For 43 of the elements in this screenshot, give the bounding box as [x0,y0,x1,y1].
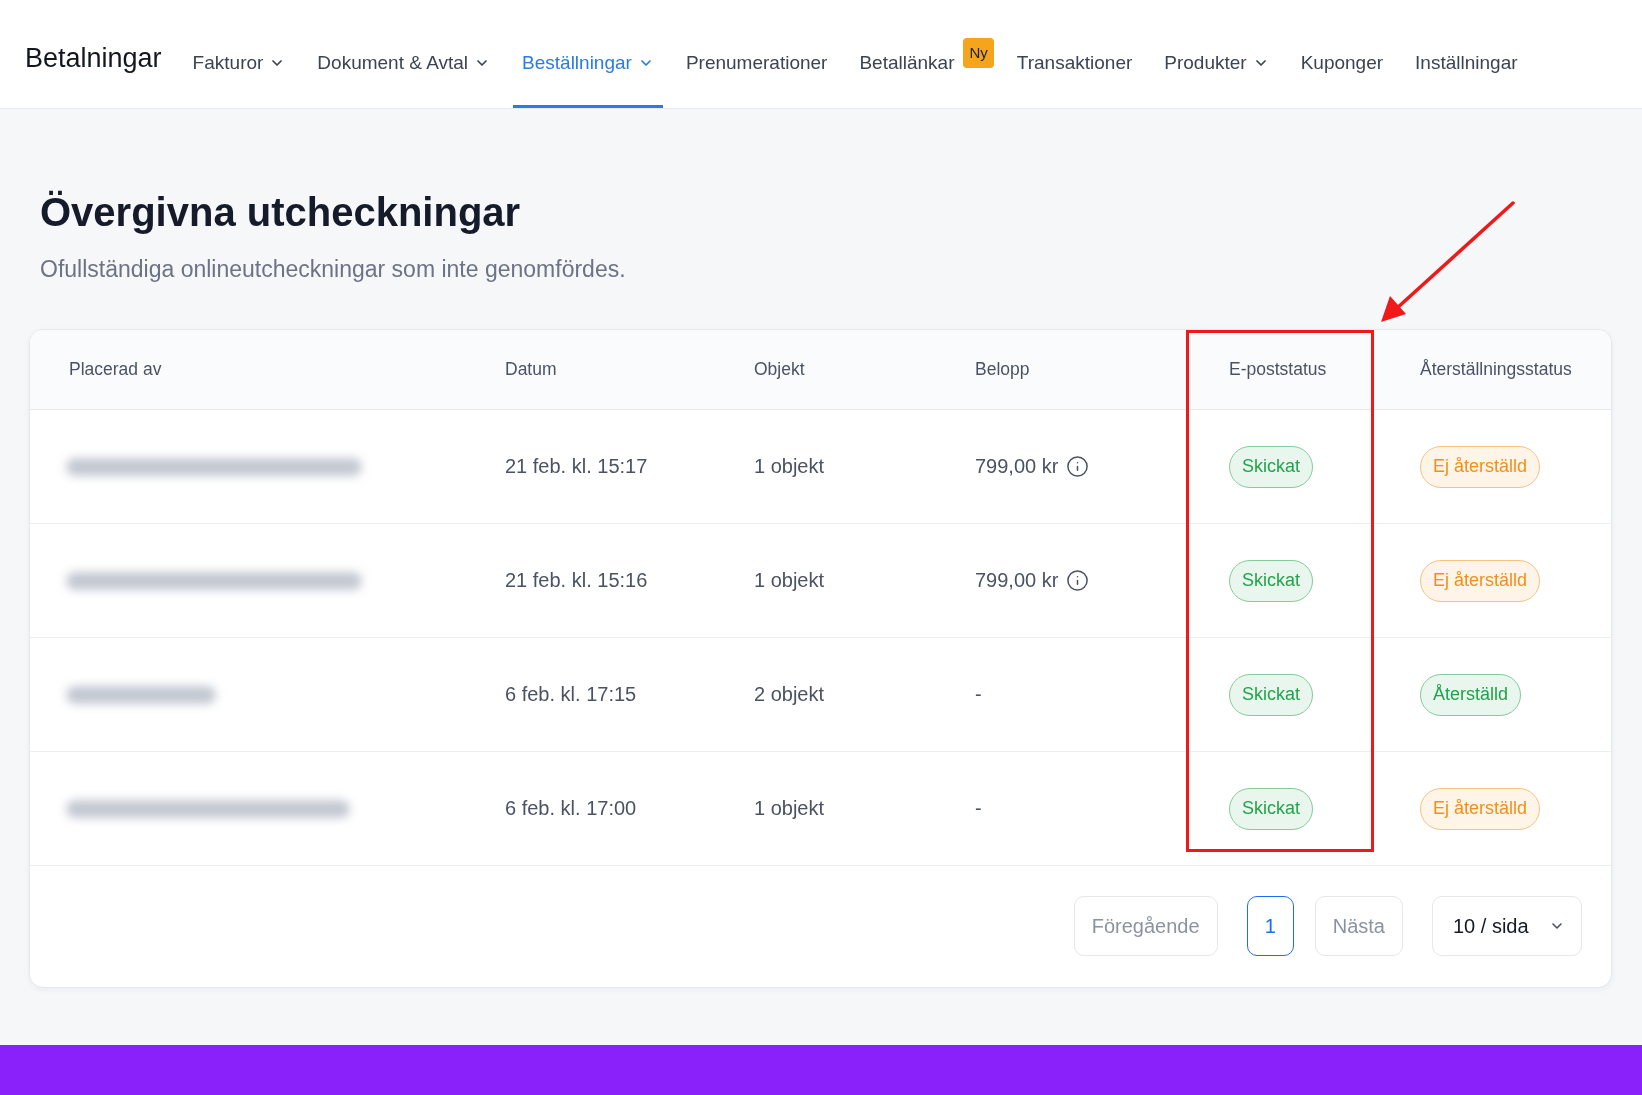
nav-tab[interactable]: Dokument & Avtal [308,0,500,108]
nav-tab[interactable]: Kuponger [1291,0,1393,108]
column-header: E-poststatus [1229,359,1328,380]
table-cell: - [975,797,982,820]
table-cell: 1 objekt [754,455,825,477]
app-title: Betalningar [25,41,162,74]
status-tag: Ej återställd [1420,445,1541,488]
table-cell: 6 feb. kl. 17:15 [505,683,637,705]
page-number-button[interactable]: 1 [1246,896,1294,956]
column-header: Placerad av [69,359,163,380]
page-size-select[interactable]: 10 / sida [1432,896,1582,956]
table-cell: 6 feb. kl. 17:00 [505,797,637,819]
status-tag: Ej återställd [1420,559,1541,602]
column-header: Datum [505,359,558,380]
page-heading: Övergivna utcheckningar [39,189,522,236]
table-cell: 2 objekt [754,683,825,705]
status-tag: Skickat [1229,559,1314,602]
column-header: Objekt [754,359,806,380]
table-cell: - [975,683,982,706]
table-cell: 1 objekt [754,797,825,819]
nav-tab[interactable]: Transaktioner [1007,0,1142,108]
nav-tab[interactable]: Betallänkar [850,0,964,108]
nav-tab[interactable]: Prenumerationer [676,0,837,108]
new-badge: Ny [963,38,994,68]
info-icon[interactable] [1066,455,1090,478]
nav-tab[interactable]: Beställningar [513,0,663,108]
status-tag: Skickat [1229,673,1314,716]
table-cell: 1 objekt [754,569,825,591]
nav-tab[interactable]: Produkter [1155,0,1278,108]
table-cell: 799,00 kr [975,455,1059,478]
nav-tab[interactable]: Fakturor [183,0,295,108]
status-tag: Återställd [1420,673,1522,716]
table-cell: 21 feb. kl. 15:16 [505,569,648,591]
column-header: Återställningsstatus [1420,359,1573,380]
info-icon[interactable] [1066,569,1090,592]
table-cell: 799,00 kr [975,569,1059,592]
status-tag: Ej återställd [1420,787,1541,830]
status-tag: Skickat [1229,787,1314,830]
page-subtitle: Ofullständiga onlineutcheckningar som inte genomfördes. [39,255,627,284]
status-tag: Skickat [1229,445,1314,488]
nav-tab[interactable]: Inställningar [1406,0,1527,108]
column-header: Belopp [975,359,1031,380]
table-cell: 21 feb. kl. 15:17 [505,455,648,477]
